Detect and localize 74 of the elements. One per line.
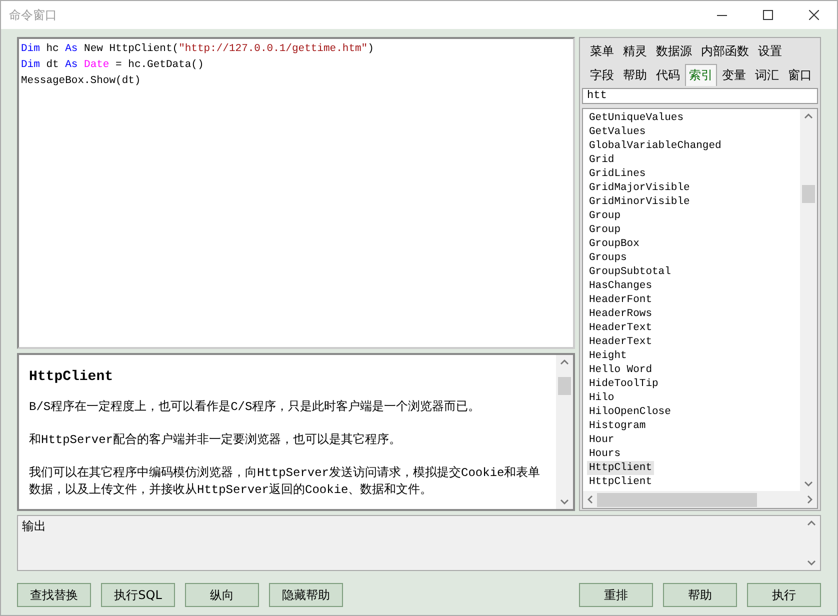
list-item[interactable]: HeaderText bbox=[587, 335, 654, 349]
list-item[interactable]: HasChanges bbox=[587, 279, 654, 293]
tab[interactable]: 代码 bbox=[652, 64, 684, 86]
tab[interactable]: 精灵 bbox=[619, 40, 651, 62]
action-button[interactable]: 纵向 bbox=[185, 583, 259, 607]
list-item[interactable]: Hour bbox=[587, 433, 616, 447]
list-item[interactable]: GroupSubtotal bbox=[587, 265, 673, 279]
action-button[interactable]: 重排 bbox=[579, 583, 653, 607]
scroll-up-icon[interactable] bbox=[807, 520, 816, 526]
scrollbar-thumb[interactable] bbox=[597, 492, 757, 506]
list-item[interactable]: HeaderText bbox=[587, 321, 654, 335]
action-button[interactable]: 执行SQL bbox=[101, 583, 175, 607]
tab[interactable]: 词汇 bbox=[751, 64, 783, 86]
scroll-down-icon[interactable] bbox=[560, 499, 569, 505]
close-icon bbox=[809, 10, 819, 20]
scroll-down-icon[interactable] bbox=[807, 560, 816, 566]
scrollbar[interactable] bbox=[800, 109, 817, 491]
output-label: 输出 bbox=[21, 518, 47, 535]
list-item[interactable]: GridMajorVisible bbox=[587, 181, 692, 195]
code-editor[interactable]: Dim hc As New HttpClient("http://127.0.0.1/gettime.htm") Dim dt As Date = hc.GetData() MessageBox.Show(dt) bbox=[17, 37, 575, 349]
help-paragraph: 我们可以在其它程序中编码模仿浏览器，向HttpServer发送访问请求，模拟提交Cookie和表单数据，以及上传文件，并接收从HttpServer返回的Cookie、数据和文件。 bbox=[29, 465, 542, 499]
list-item[interactable]: Grid bbox=[587, 153, 616, 167]
tab[interactable]: 菜单 bbox=[586, 40, 618, 62]
tab[interactable]: 变量 bbox=[718, 64, 750, 86]
help-paragraph: B/S程序在一定程度上，也可以看作是C/S程序，只是此时客户端是一个浏览器而已。 bbox=[29, 399, 482, 416]
list-item[interactable]: Hello Word bbox=[587, 363, 654, 377]
list-item[interactable]: GlobalVariableChanged bbox=[587, 139, 724, 153]
action-button[interactable]: 隐藏帮助 bbox=[269, 583, 343, 607]
list-item[interactable]: GridLines bbox=[587, 167, 648, 181]
tab[interactable]: 内部函数 bbox=[697, 40, 753, 62]
action-button[interactable]: 查找替换 bbox=[17, 583, 91, 607]
code-line: MessageBox.Show(dt) bbox=[21, 74, 142, 89]
maximize-icon bbox=[763, 10, 773, 20]
scroll-up-icon[interactable] bbox=[560, 359, 569, 365]
tab[interactable]: 字段 bbox=[586, 64, 618, 86]
action-button[interactable]: 执行 bbox=[747, 583, 821, 607]
scrollbar[interactable] bbox=[556, 355, 573, 509]
help-title: HttpClient bbox=[29, 369, 114, 385]
list-item[interactable]: GroupBox bbox=[587, 237, 642, 251]
scroll-down-icon[interactable] bbox=[804, 481, 813, 487]
scroll-up-icon[interactable] bbox=[804, 113, 813, 119]
list-item[interactable]: Group bbox=[587, 223, 623, 237]
tab[interactable]: 帮助 bbox=[619, 64, 651, 86]
tab[interactable]: 设置 bbox=[754, 40, 786, 62]
scroll-left-icon[interactable] bbox=[587, 495, 593, 504]
search-field[interactable]: htt bbox=[582, 88, 818, 104]
list-item[interactable]: Groups bbox=[587, 251, 629, 265]
list-item[interactable]: Hilo bbox=[587, 391, 616, 405]
list-item[interactable]: HeaderRows bbox=[587, 307, 654, 321]
list-item[interactable]: Hours bbox=[587, 447, 623, 461]
list-item[interactable]: HeaderFont bbox=[587, 293, 654, 307]
scrollbar-thumb[interactable] bbox=[558, 377, 571, 395]
list-item[interactable]: HttpClient bbox=[587, 475, 654, 489]
horizontal-scrollbar[interactable] bbox=[583, 491, 817, 508]
list-item[interactable]: GetValues bbox=[587, 125, 648, 139]
scroll-right-icon[interactable] bbox=[807, 495, 813, 504]
list-item[interactable]: HiloOpenClose bbox=[587, 405, 673, 419]
code-line: Dim dt As Date = hc.GetData() bbox=[21, 58, 205, 73]
tab[interactable]: 窗口 bbox=[784, 64, 816, 86]
code-line: Dim hc As New HttpClient("http://127.0.0.1/gettime.htm") bbox=[21, 42, 375, 57]
minimize-icon bbox=[717, 14, 727, 16]
tab[interactable]: 数据源 bbox=[652, 40, 696, 62]
help-paragraph: 和HttpServer配合的客户端并非一定要浏览器，也可以是其它程序。 bbox=[29, 432, 402, 449]
scrollbar-thumb[interactable] bbox=[802, 185, 815, 203]
action-button[interactable]: 帮助 bbox=[663, 583, 737, 607]
list-item[interactable]: HttpClient bbox=[587, 461, 654, 475]
list-item[interactable]: Histogram bbox=[587, 419, 648, 433]
tab[interactable]: 索引 bbox=[685, 64, 717, 86]
list-item[interactable]: GridMinorVisible bbox=[587, 195, 692, 209]
list-item[interactable]: GetUniqueValues bbox=[587, 111, 686, 125]
window-title: 命令窗口 bbox=[9, 6, 58, 24]
list-item[interactable]: Group bbox=[587, 209, 623, 223]
list-item[interactable]: HideToolTip bbox=[587, 377, 660, 391]
list-item[interactable]: Height bbox=[587, 349, 629, 363]
